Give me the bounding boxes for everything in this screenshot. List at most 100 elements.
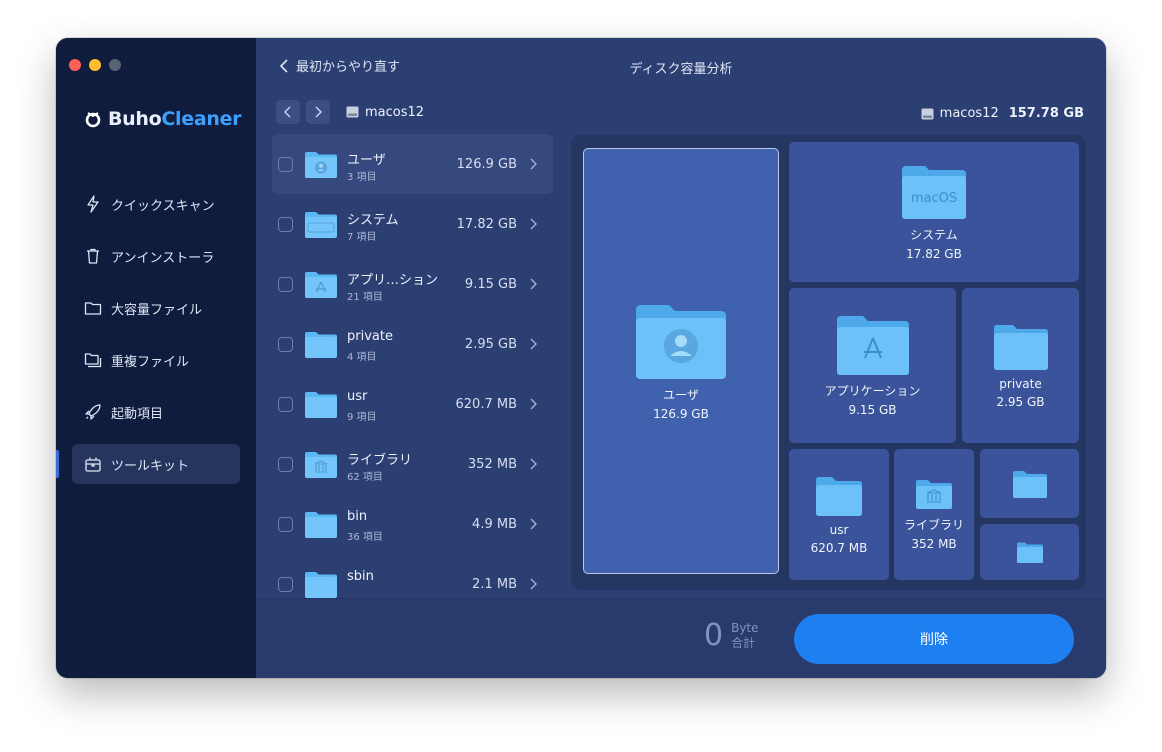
minimize-window-button[interactable]	[89, 59, 101, 71]
nav-back-button[interactable]	[276, 100, 300, 124]
list-item[interactable]: bin 36 項目 4.9 MB	[272, 494, 553, 554]
chevron-right-icon[interactable]	[530, 158, 537, 170]
disk-icon	[346, 106, 359, 118]
row-checkbox[interactable]	[278, 156, 293, 172]
chevron-right-icon	[315, 106, 322, 118]
sidebar-item-large-files[interactable]: 大容量ファイル	[72, 288, 240, 328]
total-unit: Byte	[731, 621, 759, 635]
file-name: ユーザ	[347, 153, 386, 168]
treemap-tile-system[interactable]: macOS システム 17.82 GB	[789, 142, 1079, 282]
tile-size: 620.7 MB	[810, 540, 868, 555]
file-name: sbin	[347, 569, 374, 584]
file-size: 620.7 MB	[455, 396, 517, 412]
sidebar-item-label: 重複ファイル	[111, 354, 190, 370]
tile-size: 126.9 GB	[653, 406, 709, 421]
sidebar-item-label: クイックスキャン	[111, 198, 215, 214]
chevron-left-icon	[284, 106, 291, 118]
active-nav-marker	[56, 450, 59, 478]
chevron-right-icon[interactable]	[530, 278, 537, 290]
file-name: private	[347, 329, 393, 344]
breadcrumb[interactable]: macos12	[346, 105, 424, 120]
sidebar-item-quick-scan[interactable]: クイックスキャン	[72, 184, 240, 224]
macos-folder-icon	[305, 211, 337, 238]
list-item[interactable]: ライブラリ 62 項目 352 MB	[272, 434, 553, 494]
folder-icon	[993, 324, 1048, 370]
row-checkbox[interactable]	[278, 576, 293, 592]
row-checkbox[interactable]	[278, 336, 293, 352]
tile-name: アプリケーション	[824, 384, 921, 398]
treemap-tile-small[interactable]	[980, 449, 1079, 518]
tile-name: usr	[829, 522, 849, 537]
file-size: 352 MB	[467, 456, 517, 472]
user-folder-icon	[636, 304, 726, 379]
file-name: アプリ…ション	[347, 273, 439, 288]
path-bar: macos12	[276, 100, 424, 124]
file-item-count: 7 項目	[347, 232, 377, 243]
sidebar-item-label: ツールキット	[111, 458, 190, 474]
treemap-tile-usr[interactable]: usr 620.7 MB	[789, 449, 889, 580]
macos-badge: macOS	[911, 191, 957, 206]
file-item-count: 36 項目	[347, 532, 383, 543]
bottom-bar: 0 Byte 合計 削除	[256, 598, 1106, 678]
treemap-tile-library[interactable]: ライブラリ 352 MB	[894, 449, 974, 580]
list-item[interactable]: private 4 項目 2.95 GB	[272, 314, 553, 374]
folder-icon	[305, 331, 337, 358]
list-item[interactable]: アプリ…ション 21 項目 9.15 GB	[272, 254, 553, 314]
row-checkbox[interactable]	[278, 216, 293, 232]
treemap-tile-applications[interactable]: アプリケーション 9.15 GB	[789, 288, 956, 443]
tile-name: ライブラリ	[903, 518, 964, 532]
file-list: ユーザ 3 項目 126.9 GB システム 7 項目 17.82 GB アプリ…	[272, 134, 553, 598]
row-checkbox[interactable]	[278, 396, 293, 412]
list-item[interactable]: ユーザ 3 項目 126.9 GB	[272, 134, 553, 194]
list-item[interactable]: sbin 2.1 MB	[272, 554, 553, 598]
sidebar-item-startup-items[interactable]: 起動項目	[72, 392, 240, 432]
sidebar-item-duplicate-files[interactable]: 重複ファイル	[72, 340, 240, 380]
treemap-tile-private[interactable]: private 2.95 GB	[962, 288, 1079, 443]
selection-total: 0 Byte 合計	[704, 621, 759, 651]
treemap-tile-user[interactable]: ユーザ 126.9 GB	[583, 148, 779, 574]
tile-size: 9.15 GB	[848, 403, 897, 417]
app-window: BuhoCleaner クイックスキャン アンインストーラ 大容量ファイル 重複…	[56, 38, 1106, 678]
chevron-right-icon[interactable]	[530, 458, 537, 470]
file-item-count: 21 項目	[347, 292, 383, 303]
nav-forward-button[interactable]	[306, 100, 330, 124]
list-item[interactable]: usr 9 項目 620.7 MB	[272, 374, 553, 434]
treemap-tile-small[interactable]	[980, 524, 1079, 580]
sidebar-item-label: 大容量ファイル	[111, 302, 203, 318]
brand-logo: BuhoCleaner	[84, 108, 242, 130]
chevron-right-icon[interactable]	[530, 518, 537, 530]
folder-icon	[305, 511, 337, 538]
chevron-right-icon[interactable]	[530, 218, 537, 230]
user-folder-icon	[305, 151, 337, 178]
row-checkbox[interactable]	[278, 456, 293, 472]
file-size: 2.95 GB	[464, 336, 517, 352]
file-name: bin	[347, 509, 368, 524]
sidebar-item-label: 起動項目	[111, 406, 164, 422]
total-label: 合計	[731, 636, 756, 650]
close-window-button[interactable]	[69, 59, 81, 71]
apps-folder-icon	[305, 271, 337, 298]
list-item[interactable]: システム 7 項目 17.82 GB	[272, 194, 553, 254]
folder-icon	[1016, 542, 1043, 563]
zoom-window-button[interactable]	[109, 59, 121, 71]
folder-icon	[816, 476, 862, 516]
file-item-count: 3 項目	[347, 172, 377, 183]
chevron-right-icon[interactable]	[530, 398, 537, 410]
sidebar-item-toolkit[interactable]: ツールキット	[72, 444, 240, 484]
lightning-icon	[87, 195, 99, 213]
file-size: 4.9 MB	[472, 516, 517, 532]
brand-name: BuhoCleaner	[108, 108, 242, 130]
row-checkbox[interactable]	[278, 276, 293, 292]
folder-icon	[305, 391, 337, 418]
file-item-count: 4 項目	[347, 352, 377, 363]
disk-icon	[921, 108, 934, 119]
duplicate-folder-icon	[84, 353, 102, 368]
sidebar-item-uninstaller[interactable]: アンインストーラ	[72, 236, 240, 276]
delete-button[interactable]: 削除	[794, 614, 1074, 664]
tile-size: 352 MB	[911, 537, 957, 551]
row-checkbox[interactable]	[278, 516, 293, 532]
chevron-right-icon[interactable]	[530, 338, 537, 350]
disk-name: macos12	[939, 106, 999, 121]
chevron-right-icon[interactable]	[530, 578, 537, 590]
sidebar-item-label: アンインストーラ	[111, 250, 215, 266]
